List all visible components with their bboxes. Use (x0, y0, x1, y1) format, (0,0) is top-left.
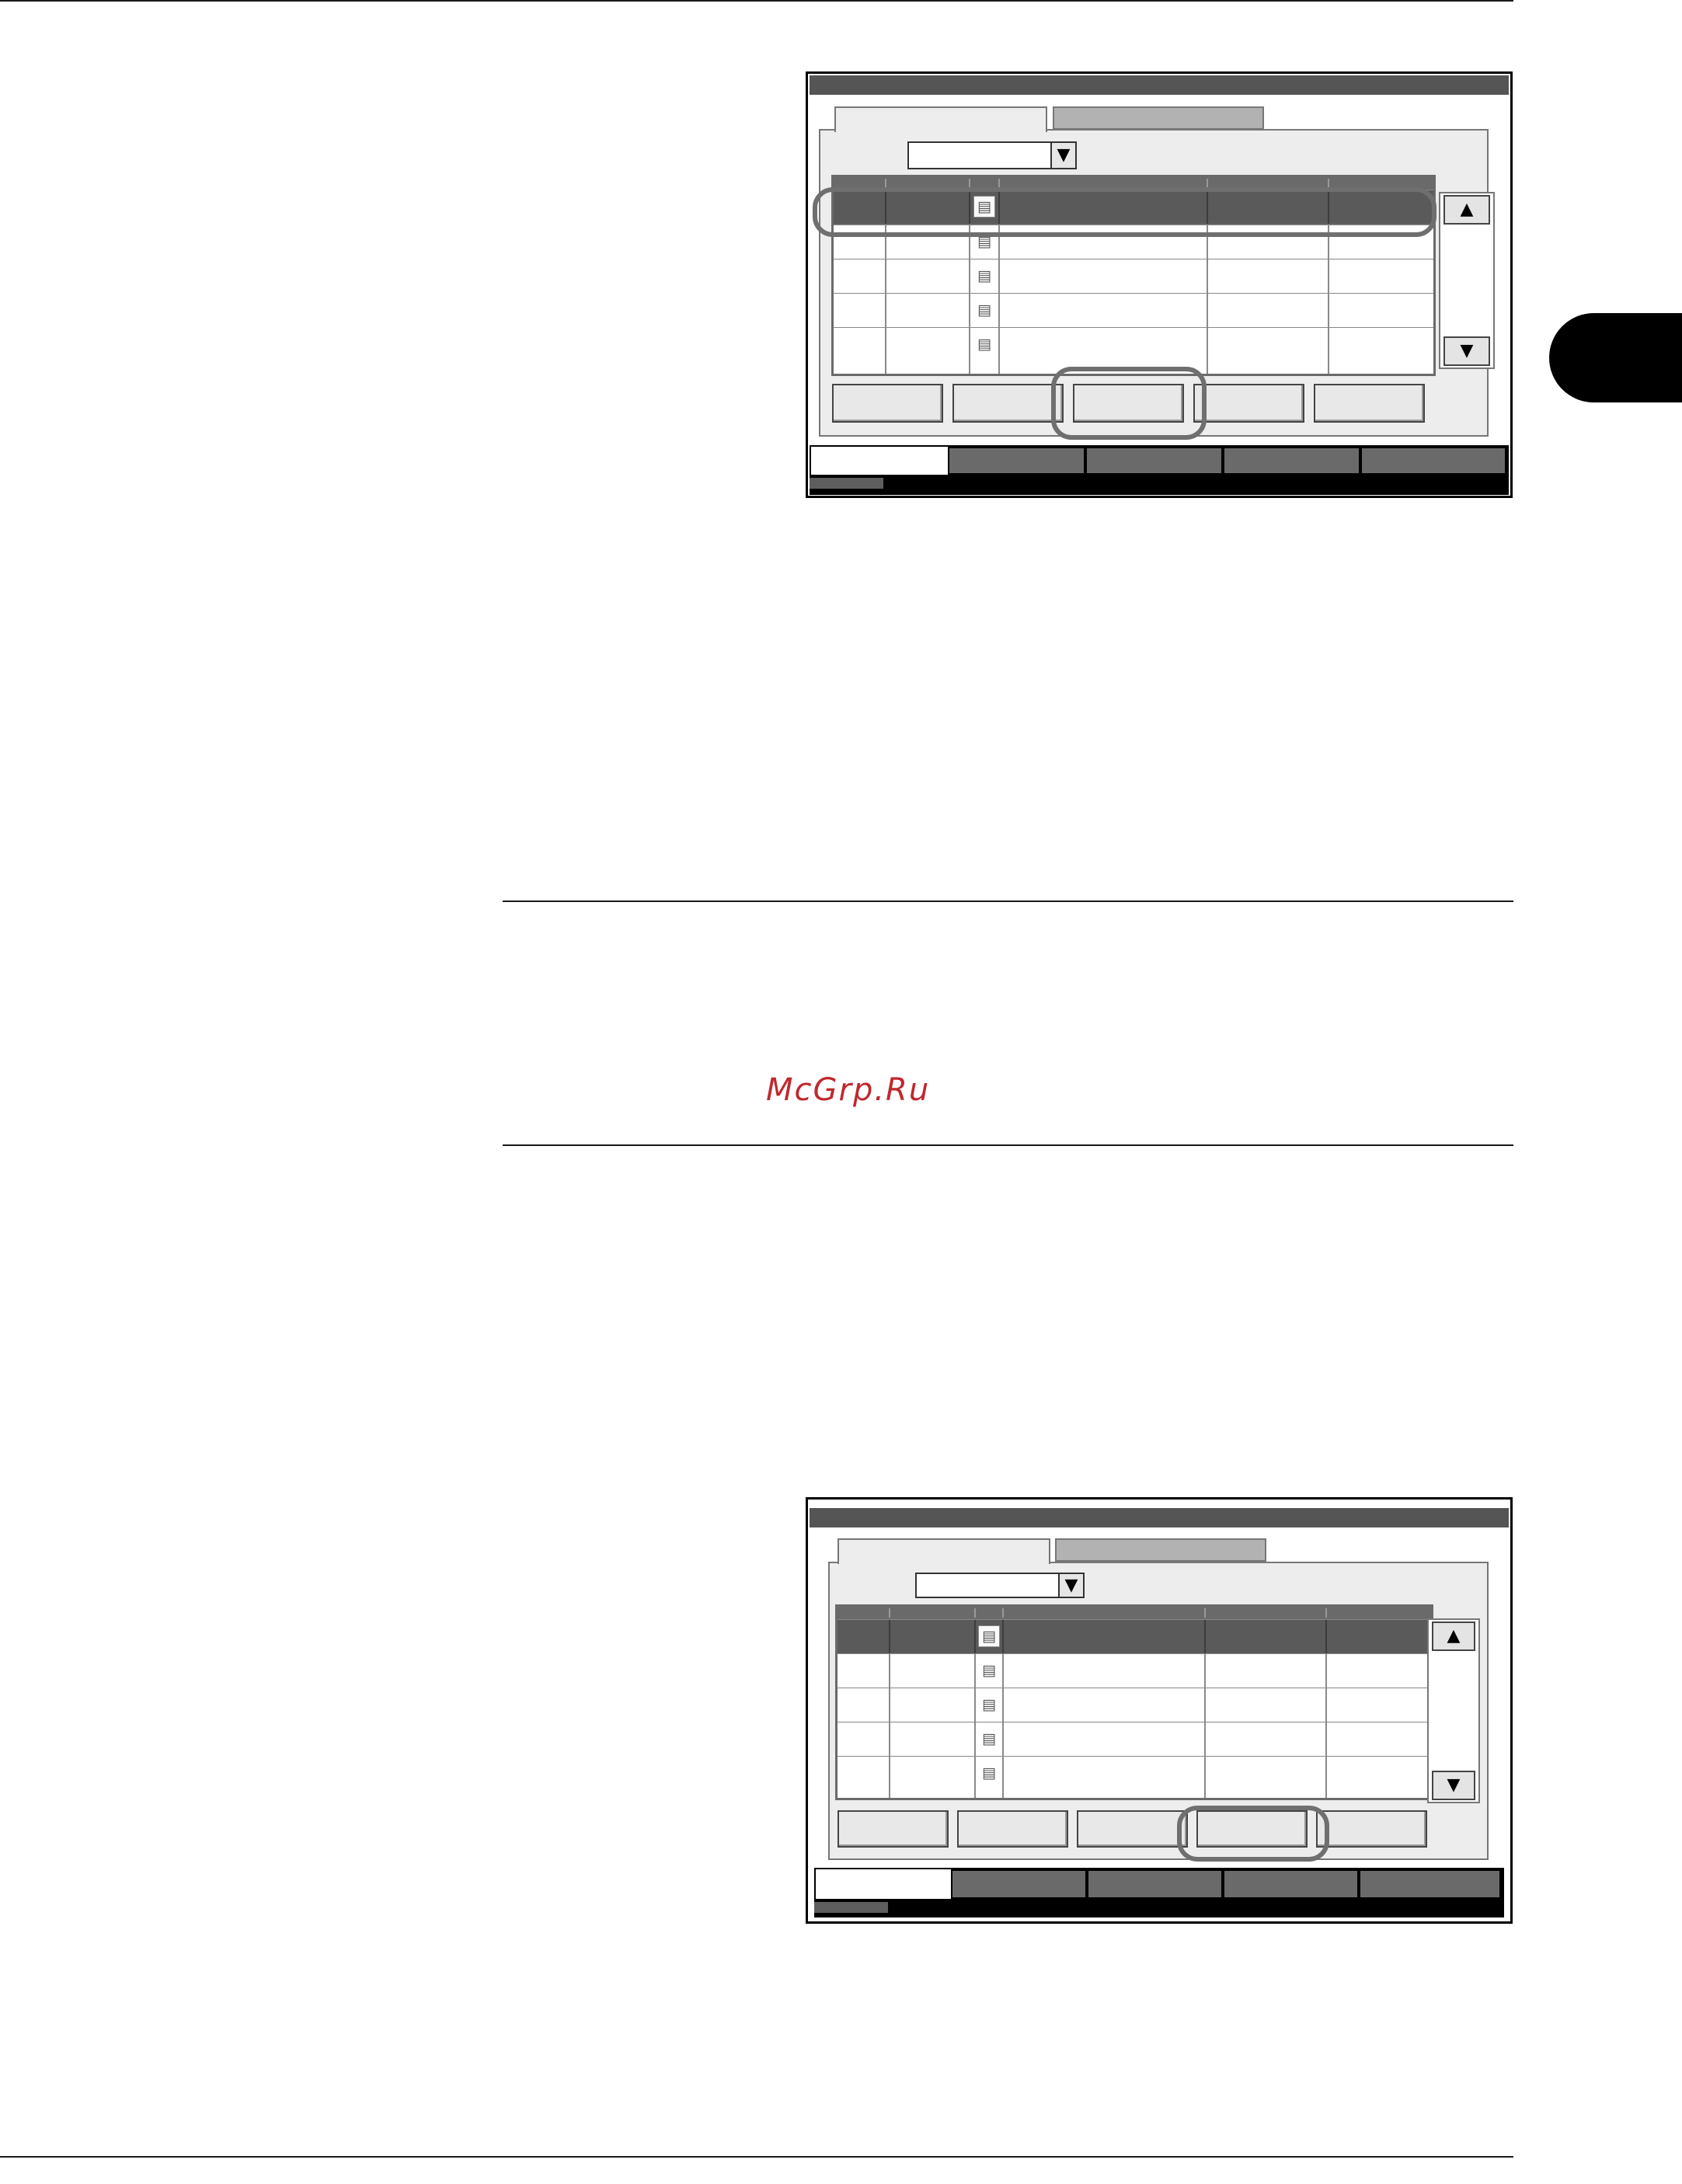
list-header (838, 1607, 1431, 1619)
action-button-5[interactable] (1316, 1810, 1427, 1848)
document-icon: ▤ (982, 1696, 996, 1713)
tab-secondary[interactable] (1055, 1538, 1266, 1562)
document-icon: ▤ (973, 196, 995, 218)
list-row[interactable]: ▤ (838, 1688, 1431, 1722)
scroll-down-icon[interactable]: ▼ (1432, 1771, 1475, 1800)
document-list: ▤ ▤ ▤ ▤ ▤ (831, 175, 1436, 376)
list-header (834, 177, 1433, 190)
note-rule-bottom (503, 1144, 1513, 1146)
title-bar (810, 75, 1509, 95)
list-row[interactable]: ▤ (838, 1619, 1431, 1653)
bottom-tab-2[interactable] (948, 447, 1085, 475)
action-button-2[interactable] (952, 384, 1064, 423)
bottom-tab-5[interactable] (1359, 1869, 1501, 1899)
action-button-4[interactable] (1196, 1810, 1308, 1848)
action-button-4[interactable] (1193, 384, 1304, 423)
status-indicator (814, 1902, 888, 1913)
title-bar (810, 1508, 1509, 1527)
action-button-3[interactable] (1077, 1810, 1188, 1848)
bottom-tab-4[interactable] (1223, 447, 1360, 475)
sort-dropdown[interactable]: ▼ (907, 141, 1077, 169)
document-icon: ▤ (977, 267, 991, 284)
bottom-tab-bar (814, 1868, 1504, 1900)
action-button-5[interactable] (1314, 384, 1425, 423)
device-screen-2: ▼ ▤ ▤ ▤ ▤ ▤ ▲ ▼ (806, 1497, 1513, 1924)
tab-primary[interactable] (838, 1538, 1050, 1564)
list-row[interactable]: ▤ (838, 1722, 1431, 1756)
action-button-3[interactable] (1073, 384, 1184, 423)
bottom-rule (0, 2156, 1513, 2158)
document-icon: ▤ (982, 1730, 996, 1747)
bottom-tab-2[interactable] (951, 1869, 1087, 1899)
status-bar (810, 476, 1509, 495)
tab-primary[interactable] (834, 106, 1047, 132)
action-button-1[interactable] (838, 1810, 949, 1848)
list-row[interactable]: ▤ (838, 1756, 1431, 1798)
scrollbar[interactable]: ▲ ▼ (1427, 1618, 1480, 1803)
document-icon: ▤ (982, 1662, 996, 1679)
document-icon: ▤ (977, 233, 991, 250)
list-row[interactable]: ▤ (834, 327, 1433, 374)
sort-dropdown[interactable]: ▼ (915, 1573, 1085, 1598)
bottom-tab-5[interactable] (1360, 447, 1506, 475)
bottom-tab-4[interactable] (1223, 1869, 1359, 1899)
list-row[interactable]: ▤ (834, 293, 1433, 327)
bottom-tab-1[interactable] (816, 1869, 951, 1899)
list-row[interactable]: ▤ (838, 1653, 1431, 1688)
scroll-up-icon[interactable]: ▲ (1432, 1621, 1475, 1651)
scroll-up-icon[interactable]: ▲ (1443, 195, 1490, 225)
note-rule-top (503, 900, 1513, 902)
bottom-tab-3[interactable] (1085, 447, 1223, 475)
action-button-2[interactable] (957, 1810, 1068, 1848)
bottom-tab-bar (810, 445, 1509, 476)
device-screen-1: ▼ ▤ ▤ ▤ ▤ ▤ ▲ ▼ (806, 71, 1513, 498)
chevron-down-icon[interactable]: ▼ (1050, 143, 1075, 168)
document-icon: ▤ (977, 336, 991, 353)
chapter-tab (1549, 313, 1682, 402)
bottom-tab-3[interactable] (1087, 1869, 1223, 1899)
document-icon: ▤ (978, 1625, 1000, 1647)
watermark: McGrp.Ru (766, 1072, 931, 1108)
list-row[interactable]: ▤ (834, 190, 1433, 224)
list-row[interactable]: ▤ (834, 259, 1433, 293)
document-list: ▤ ▤ ▤ ▤ ▤ (835, 1604, 1433, 1800)
chevron-down-icon[interactable]: ▼ (1058, 1574, 1083, 1597)
document-icon: ▤ (977, 301, 991, 319)
bottom-tab-1[interactable] (811, 447, 948, 475)
list-row[interactable]: ▤ (834, 225, 1433, 259)
scrollbar[interactable]: ▲ ▼ (1439, 192, 1495, 369)
top-rule (0, 0, 1513, 2)
scroll-down-icon[interactable]: ▼ (1443, 336, 1490, 366)
tab-secondary[interactable] (1053, 106, 1264, 130)
status-indicator (810, 478, 883, 489)
document-icon: ▤ (982, 1764, 996, 1782)
status-bar (814, 1900, 1504, 1918)
action-button-1[interactable] (832, 384, 943, 423)
